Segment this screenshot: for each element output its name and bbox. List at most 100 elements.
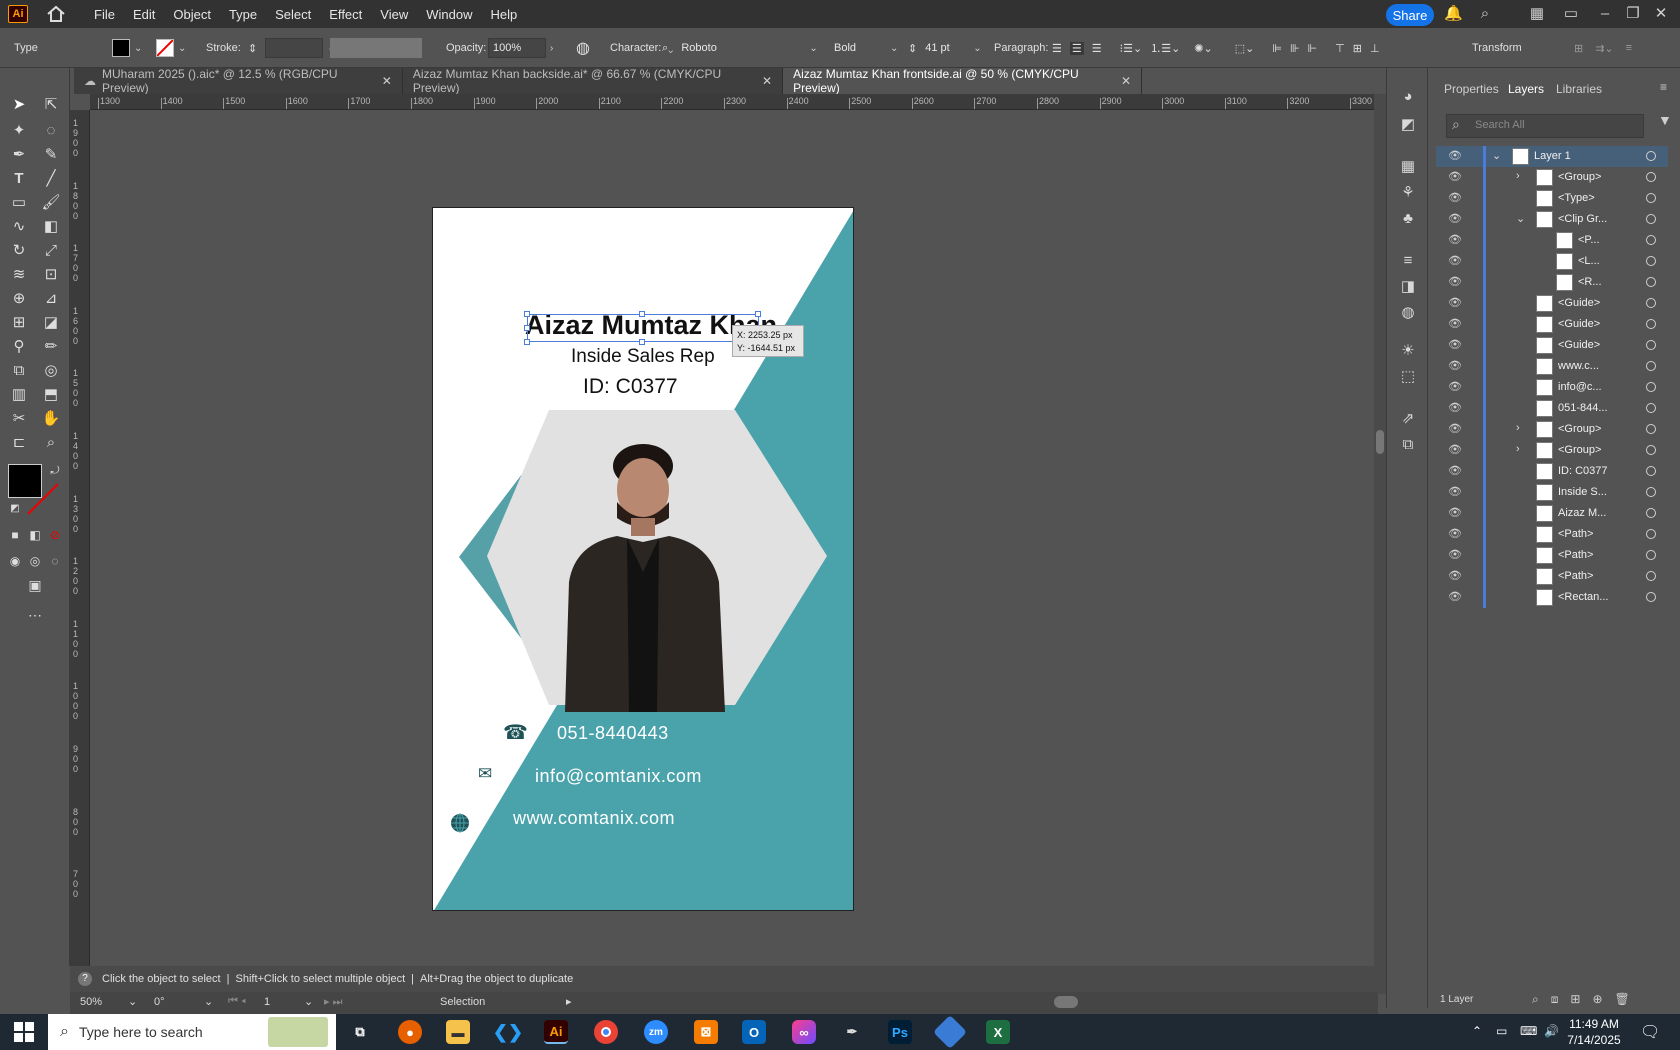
brushes-icon[interactable]: ⚘	[1397, 182, 1419, 204]
selection-handle[interactable]	[755, 311, 761, 317]
layer-name[interactable]: Aizaz M...	[1558, 507, 1606, 519]
visibility-eye-icon[interactable]: 👁	[1448, 527, 1464, 541]
scale-tool-icon[interactable]: ⤢	[40, 240, 62, 262]
arrange-documents-icon[interactable]: ▭	[1562, 5, 1580, 23]
show-hidden-icons[interactable]: ⌃	[1472, 1024, 1482, 1038]
target-circle-icon[interactable]	[1646, 571, 1656, 581]
menu-effect[interactable]: Effect	[329, 7, 362, 22]
visibility-eye-icon[interactable]: 👁	[1448, 548, 1464, 562]
chevron-down-icon[interactable]: ⌄	[134, 43, 142, 54]
target-circle-icon[interactable]	[1646, 403, 1656, 413]
vertical-ruler[interactable]: 1900 1800 1700 1600 1500 1400 1300 1200 1100 1000…	[70, 110, 90, 966]
expand-toggle-icon[interactable]: ›	[1516, 170, 1520, 182]
layer-name[interactable]: <Path>	[1558, 528, 1593, 540]
selection-handle[interactable]	[524, 339, 530, 345]
align-left-icon[interactable]: ☰	[1052, 42, 1062, 55]
align-objects-center-icon[interactable]: ⊪	[1290, 42, 1300, 55]
new-layer-icon[interactable]: ⊕	[1592, 992, 1602, 1007]
align-objects-left-icon[interactable]: ⊫	[1272, 42, 1282, 55]
layer-row[interactable]: 👁 ⌄ Layer 1	[1436, 146, 1668, 167]
menu-view[interactable]: View	[380, 7, 408, 22]
target-circle-icon[interactable]	[1646, 172, 1656, 182]
artboards-panel-icon[interactable]: ⧉	[1397, 434, 1419, 456]
swap-colors-icon[interactable]: ⤾	[44, 460, 66, 482]
xampp-icon[interactable]: ⊠	[694, 1020, 718, 1044]
chevron-right-icon[interactable]: ›	[550, 43, 553, 54]
layer-row[interactable]: 👁 Inside S...	[1436, 482, 1668, 503]
visibility-eye-icon[interactable]: 👁	[1448, 233, 1464, 247]
align-top-icon[interactable]: ⊤	[1335, 42, 1345, 55]
layer-name[interactable]: <Group>	[1558, 423, 1601, 435]
mesh-tool-icon[interactable]: ⊞	[8, 312, 30, 334]
layer-name[interactable]: <P...	[1578, 234, 1600, 246]
chevron-down-icon[interactable]: ⌄	[128, 995, 137, 1008]
visibility-eye-icon[interactable]: 👁	[1448, 191, 1464, 205]
filter-icon[interactable]: ▼	[1658, 112, 1672, 128]
layer-name[interactable]: <Group>	[1558, 444, 1601, 456]
magic-wand-icon[interactable]: ✦	[8, 120, 30, 142]
shaper-tool-icon[interactable]: ∿	[8, 216, 30, 238]
chevron-down-icon[interactable]: ⌄	[890, 43, 898, 54]
font-style-field[interactable]: Bold	[830, 38, 886, 58]
phone-text[interactable]: 051-8440443	[557, 723, 669, 744]
line-tool-icon[interactable]: ╱	[40, 168, 62, 190]
layer-name[interactable]: Layer 1	[1534, 150, 1571, 162]
email-text[interactable]: info@comtanix.com	[535, 766, 702, 787]
bullets-icon[interactable]: ⁝☰⌄	[1120, 42, 1143, 55]
stroke-panel-icon[interactable]: ≡	[1397, 250, 1419, 272]
rectangle-tool-icon[interactable]: ▭	[8, 192, 30, 214]
visibility-eye-icon[interactable]: 👁	[1448, 506, 1464, 520]
paragraph-label[interactable]: Paragraph:	[994, 28, 1048, 68]
layer-name[interactable]: <Guide>	[1558, 339, 1600, 351]
first-artboard-icon[interactable]: ⏮ ◂	[228, 995, 246, 1008]
selection-handle[interactable]	[639, 339, 645, 345]
expand-toggle-icon[interactable]: ›	[1516, 443, 1520, 455]
layer-name[interactable]: ID: C0377	[1558, 465, 1608, 477]
chevron-down-icon[interactable]: ⌄	[204, 995, 213, 1008]
appearance-icon[interactable]: ◕	[1397, 86, 1419, 108]
layer-row[interactable]: 👁 <Guide>	[1436, 314, 1668, 335]
align-bottom-icon[interactable]: ⊥	[1370, 42, 1380, 55]
draw-behind-icon[interactable]: ◎	[24, 550, 46, 572]
minimize-icon[interactable]: –	[1596, 5, 1614, 23]
layer-name[interactable]: 051-844...	[1558, 402, 1608, 414]
transparency-icon[interactable]: ◍	[1397, 302, 1419, 324]
target-circle-icon[interactable]	[1646, 550, 1656, 560]
tab-libraries[interactable]: Libraries	[1556, 82, 1602, 96]
symbols-icon[interactable]: ♣	[1397, 208, 1419, 230]
free-transform-icon[interactable]: ⊡	[40, 264, 62, 286]
task-view-icon[interactable]: ⧉	[348, 1020, 372, 1044]
vertical-scrollbar[interactable]	[1374, 94, 1386, 994]
outlook-icon[interactable]: O	[742, 1020, 766, 1044]
bell-icon[interactable]: 🔔	[1444, 5, 1463, 23]
layer-row[interactable]: 👁 <Path>	[1436, 566, 1668, 587]
eyedropper-icon[interactable]: ⚲	[8, 336, 30, 358]
stepper-icon[interactable]: ⇕	[248, 42, 257, 55]
share-button[interactable]: Share	[1386, 4, 1434, 26]
layer-row[interactable]: 👁 Aizaz M...	[1436, 503, 1668, 524]
photoshop-icon[interactable]: Ps	[888, 1020, 912, 1044]
excel-icon[interactable]: X	[986, 1020, 1010, 1044]
text-selection-box[interactable]	[527, 314, 759, 342]
tab-backside[interactable]: Aizaz Mumtaz Khan backside.ai* @ 66.67 %…	[403, 67, 784, 95]
screen-mode-icon[interactable]: ▣	[24, 574, 46, 596]
target-circle-icon[interactable]	[1646, 235, 1656, 245]
visibility-eye-icon[interactable]: 👁	[1448, 464, 1464, 478]
wifi-icon[interactable]: ⌨	[1520, 1024, 1537, 1038]
target-circle-icon[interactable]	[1646, 466, 1656, 476]
visibility-eye-icon[interactable]: 👁	[1448, 569, 1464, 583]
target-circle-icon[interactable]	[1646, 319, 1656, 329]
target-circle-icon[interactable]	[1646, 382, 1656, 392]
chevron-down-icon[interactable]: ⌄	[178, 43, 186, 54]
color-mode-icon[interactable]: ■	[4, 524, 26, 546]
menu-object[interactable]: Object	[173, 7, 211, 22]
vscode-icon[interactable]: ❮❯	[493, 1020, 523, 1044]
layer-row[interactable]: 👁 <P...	[1436, 230, 1668, 251]
title-text[interactable]: Inside Sales Rep	[571, 346, 715, 368]
eraser-icon[interactable]: ◧	[40, 216, 62, 238]
menu-lines-icon[interactable]: ≡	[1626, 42, 1632, 54]
layer-row[interactable]: 👁 › <Group>	[1436, 440, 1668, 461]
visibility-eye-icon[interactable]: 👁	[1448, 338, 1464, 352]
chevron-down-icon[interactable]: ⌄	[304, 995, 313, 1008]
layer-row[interactable]: 👁 <Rectan...	[1436, 587, 1668, 608]
